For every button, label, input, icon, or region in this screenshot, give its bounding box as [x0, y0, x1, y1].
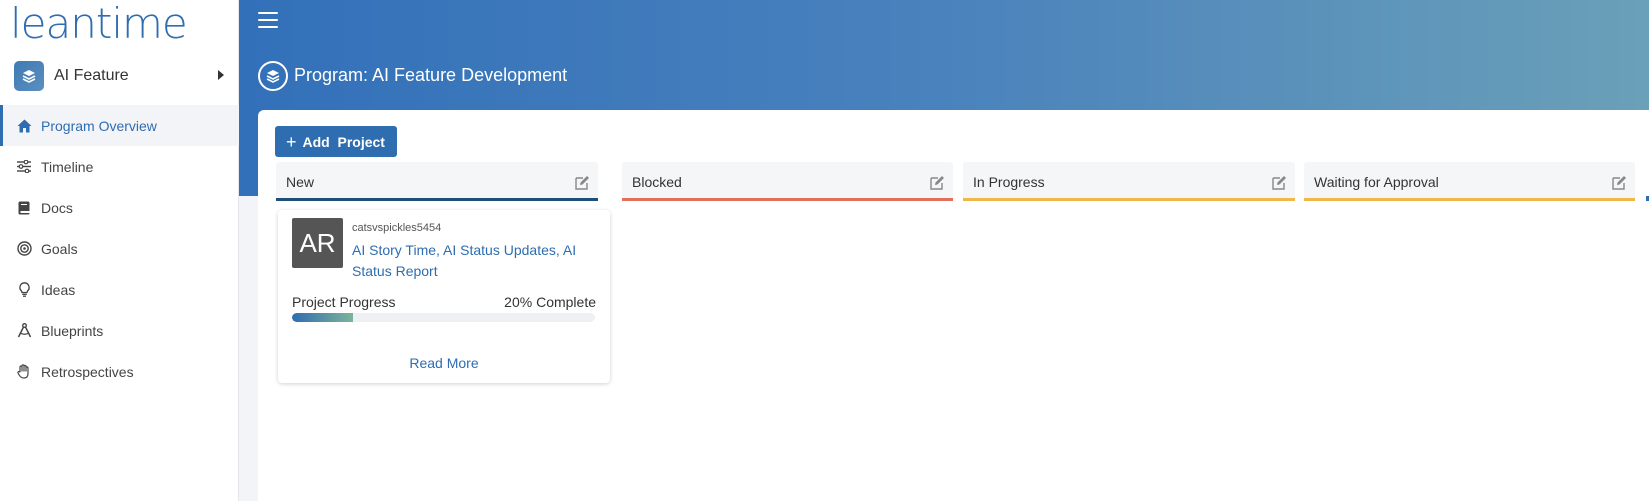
column-status-bar	[622, 198, 953, 201]
sidebar-item-retrospectives[interactable]: Retrospectives	[0, 351, 239, 392]
progress-bar-fill	[292, 313, 353, 322]
project-name: AI Feature	[54, 67, 129, 84]
sidebar-item-timeline[interactable]: Timeline	[0, 146, 239, 187]
sidebar-item-label: Ideas	[41, 281, 76, 298]
card-title-link[interactable]: AI Story Time, AI Status Updates, AI Sta…	[352, 240, 592, 282]
project-switcher[interactable]: AI Feature	[14, 60, 234, 92]
column-status-bar	[1304, 198, 1635, 201]
add-project-button[interactable]: + Add Project	[275, 126, 397, 157]
column-header-waiting-for-approval: Waiting for Approval	[1304, 162, 1635, 201]
lightbulb-icon	[15, 281, 33, 299]
target-icon	[15, 240, 33, 258]
edit-icon[interactable]	[1611, 175, 1627, 191]
card-username: catsvspickles5454	[352, 222, 442, 234]
sidebar-item-label: Goals	[41, 240, 78, 257]
edit-icon[interactable]	[1271, 175, 1287, 191]
book-icon	[15, 199, 33, 217]
sidebar-item-label: Program Overview	[41, 117, 157, 134]
avatar: AR	[292, 218, 343, 268]
column-title: Waiting for Approval	[1314, 174, 1439, 190]
edit-icon[interactable]	[574, 175, 590, 191]
sidebar: leantime AI Feature Program Overview Tim…	[0, 0, 239, 501]
column-status-bar	[276, 198, 598, 201]
leantime-logo[interactable]: leantime	[10, 2, 210, 46]
column-header-in-progress: In Progress	[963, 162, 1295, 201]
column-title: In Progress	[973, 174, 1045, 190]
svg-text:leantime: leantime	[10, 2, 187, 46]
sidebar-item-program-overview[interactable]: Program Overview	[0, 105, 239, 146]
column-title: Blocked	[632, 174, 682, 190]
hand-icon	[15, 363, 33, 381]
program-kanban-board: + Add Project New Blocked In Progress Wa…	[258, 110, 1649, 501]
page-title: Program: AI Feature Development	[294, 65, 568, 85]
sidebar-item-label: Retrospectives	[41, 363, 134, 380]
header-strip	[239, 110, 257, 196]
sidebar-item-label: Docs	[41, 199, 73, 216]
progress-bar	[292, 313, 595, 322]
progress-percent: 20% Complete	[504, 294, 596, 310]
edit-icon[interactable]	[929, 175, 945, 191]
column-status-bar	[963, 198, 1295, 201]
compass-icon	[15, 322, 33, 340]
column-header-new: New	[276, 162, 598, 201]
menu-toggle-icon[interactable]	[258, 12, 278, 30]
column-title: New	[286, 174, 315, 190]
add-project-label: Add Project	[302, 133, 385, 150]
progress-label: Project Progress	[292, 294, 396, 310]
sidebar-item-label: Blueprints	[41, 322, 104, 339]
sliders-icon	[15, 158, 33, 176]
plus-icon: +	[286, 131, 297, 152]
layers-icon	[14, 61, 44, 91]
sidebar-item-blueprints[interactable]: Blueprints	[0, 310, 239, 351]
project-card: AR catsvspickles5454 AI Story Time, AI S…	[278, 210, 610, 383]
caret-right-icon	[218, 70, 224, 80]
home-icon	[15, 117, 33, 135]
column-header-blocked: Blocked	[622, 162, 953, 201]
sidebar-item-goals[interactable]: Goals	[0, 228, 239, 269]
layers-icon	[258, 61, 288, 91]
sidebar-item-ideas[interactable]: Ideas	[0, 269, 239, 310]
read-more-link[interactable]: Read More	[278, 355, 610, 371]
sidebar-item-docs[interactable]: Docs	[0, 187, 239, 228]
sidebar-item-label: Timeline	[41, 158, 94, 175]
sidebar-menu: Program Overview Timeline Docs Goals Ide…	[0, 105, 239, 392]
